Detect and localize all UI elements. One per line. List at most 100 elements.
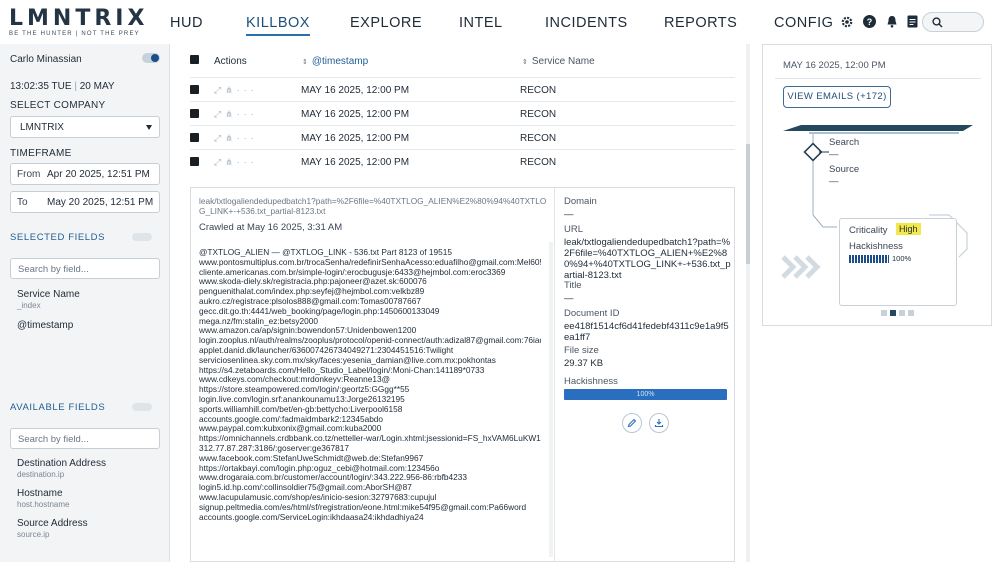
clock-date: 20 MAY	[79, 81, 115, 92]
nav-config[interactable]: CONFIG	[774, 14, 833, 32]
document-text-line: login.live.com/login.srf:anankounamu13:J…	[199, 394, 405, 404]
tree-icon[interactable]: ⋔	[225, 133, 237, 143]
table-row[interactable]: ⤢⋔··· MAY 16 2025, 12:00 PM RECON	[190, 101, 735, 125]
from-value: Apr 20 2025, 12:51 PM	[47, 169, 150, 180]
field-name: Hostname	[17, 488, 63, 499]
document-text-line: cliente.americanas.com.br/simple-login/:…	[199, 267, 506, 277]
document-text-line: gecc.dit.go.th:4441/web_booking/page/log…	[199, 306, 440, 316]
meta-key: Document ID	[564, 308, 620, 319]
row-actions[interactable]: ⤢⋔···	[214, 109, 258, 120]
help-icon[interactable]: ?	[861, 13, 878, 30]
row-actions[interactable]: ⤢⋔···	[214, 133, 258, 144]
more-icon[interactable]: ···	[237, 133, 258, 143]
col-service-name[interactable]: ⇕ Service Name	[522, 56, 595, 67]
meta-title: Title —	[564, 280, 732, 304]
nav-reports[interactable]: REPORTS	[664, 14, 737, 32]
row-checkbox[interactable]	[190, 85, 199, 94]
selected-field-timestamp[interactable]: @timestamp	[17, 320, 162, 331]
selected-fields-header[interactable]: SELECTED FIELDS	[10, 232, 160, 243]
more-icon[interactable]: ···	[237, 85, 258, 95]
nav-killbox[interactable]: KILLBOX	[246, 14, 310, 36]
nav-hud[interactable]: HUD	[170, 14, 203, 32]
row-service: RECON	[520, 85, 557, 96]
bell-icon[interactable]	[883, 13, 900, 30]
expand-icon[interactable]: ⤢	[214, 133, 225, 143]
selected-fields-toggle[interactable]	[132, 233, 152, 241]
tree-icon[interactable]: ⋔	[225, 85, 237, 95]
results-scrollbar[interactable]	[746, 44, 750, 562]
select-all-checkbox[interactable]	[190, 55, 199, 64]
nav-intel[interactable]: INTEL	[459, 14, 503, 32]
field-sub: source.ip	[17, 530, 50, 539]
meta-key: Title	[564, 280, 582, 291]
col-timestamp-label: @timestamp	[311, 56, 369, 67]
gear-icon[interactable]	[838, 13, 855, 30]
table-row[interactable]: ⤢⋔··· MAY 16 2025, 12:00 PM RECON	[190, 125, 735, 149]
pager-dot[interactable]	[899, 310, 905, 316]
nav-incidents[interactable]: INCIDENTS	[545, 14, 628, 32]
more-icon[interactable]: ···	[237, 157, 258, 167]
expand-icon[interactable]: ⤢	[214, 109, 225, 119]
col-actions: Actions	[214, 56, 247, 67]
document-icon[interactable]	[904, 13, 921, 30]
user-toggle[interactable]	[142, 53, 160, 63]
document-text-line: www.lacupulamusic.com/shop/es/inicio-ses…	[199, 492, 437, 502]
download-button[interactable]	[649, 413, 669, 433]
document-text-line: penguenithalat.com/index.php:seyfej@hejm…	[199, 287, 425, 297]
document-detail: leak/txtlogaliendedupedbatch1?path=%2F6f…	[190, 187, 735, 562]
selected-field-service-name[interactable]: Service Name _index	[17, 289, 162, 310]
clock-day: TUE	[51, 81, 72, 92]
row-timestamp: MAY 16 2025, 12:00 PM	[301, 109, 410, 120]
col-timestamp[interactable]: ⇕ @timestamp	[302, 56, 368, 67]
timeframe-to[interactable]: To May 20 2025, 12:51 PM	[10, 191, 160, 213]
table-row[interactable]: ⤢⋔··· MAY 16 2025, 12:00 PM RECON	[190, 149, 735, 173]
logo[interactable]: LMNTRIX BE THE HUNTER | NOT THE PREY	[9, 8, 161, 38]
nav-explore[interactable]: EXPLORE	[350, 14, 422, 32]
available-field-hostname[interactable]: Hostname host.hostname	[17, 488, 162, 509]
field-sub: destination.ip	[17, 470, 65, 479]
row-actions[interactable]: ⤢⋔···	[214, 157, 258, 168]
available-fields-search[interactable]: Search by field...	[10, 428, 160, 449]
criticality-card: Criticality High Hackishness 100%	[839, 218, 957, 306]
document-scrollbar[interactable]	[549, 242, 553, 557]
document-text-line: login.zooplus.nl/auth/realms/zooplus/pro…	[199, 336, 541, 346]
tree-icon[interactable]: ⋔	[225, 109, 237, 119]
row-timestamp: MAY 16 2025, 12:00 PM	[301, 85, 410, 96]
expand-icon[interactable]: ⤢	[214, 157, 225, 167]
user-name: Carlo Minassian	[10, 54, 82, 65]
to-label: To	[17, 197, 28, 208]
row-checkbox[interactable]	[190, 109, 199, 118]
document-text-line: aukro.cz/registrace:plsolos888@gmail.com…	[199, 296, 421, 306]
top-search-input[interactable]	[922, 12, 984, 32]
row-checkbox[interactable]	[190, 133, 199, 142]
field-name: Service Name	[17, 289, 80, 300]
meta-url: URL leak/txtlogaliendedupedbatch1?path=%…	[564, 224, 732, 281]
company-select[interactable]: LMNTRIX	[10, 116, 160, 138]
selected-fields-search[interactable]: Search by field...	[10, 258, 160, 279]
pager-dot-active[interactable]	[890, 310, 896, 316]
document-text-line: login5.id.hp.com/:collinsoldier75@gmail.…	[199, 483, 412, 493]
meta-key: File size	[564, 345, 599, 356]
download-icon	[654, 419, 664, 428]
available-fields-toggle[interactable]	[132, 403, 152, 411]
available-fields-header[interactable]: AVAILABLE FIELDS	[10, 402, 160, 413]
row-actions[interactable]: ⤢⋔···	[214, 85, 258, 96]
edit-button[interactable]	[622, 413, 642, 433]
row-timestamp: MAY 16 2025, 12:00 PM	[301, 133, 410, 144]
tree-icon[interactable]: ⋔	[225, 157, 237, 167]
row-checkbox[interactable]	[190, 157, 199, 166]
available-field-source[interactable]: Source Address source.ip	[17, 518, 162, 539]
available-field-destination[interactable]: Destination Address destination.ip	[17, 458, 162, 479]
selected-fields-label: SELECTED FIELDS	[10, 232, 106, 243]
scrollbar-thumb[interactable]	[746, 144, 750, 264]
document-text-line: www.drogaraia.com.br/customer/account/lo…	[199, 473, 467, 483]
more-icon[interactable]: ···	[237, 109, 258, 119]
document-text-line: mega.nz/fm:stalin_ez:betsy2000	[199, 316, 318, 326]
timeframe-from[interactable]: From Apr 20 2025, 12:51 PM	[10, 163, 160, 185]
meta-hackishness: Hackishness	[564, 376, 732, 387]
table-row[interactable]: ⤢⋔··· MAY 16 2025, 12:00 PM RECON	[190, 77, 735, 101]
pager-dot[interactable]	[881, 310, 887, 316]
expand-icon[interactable]: ⤢	[214, 85, 225, 95]
document-content: leak/txtlogaliendedupedbatch1?path=%2F6f…	[191, 188, 555, 562]
pager-dot[interactable]	[908, 310, 914, 316]
